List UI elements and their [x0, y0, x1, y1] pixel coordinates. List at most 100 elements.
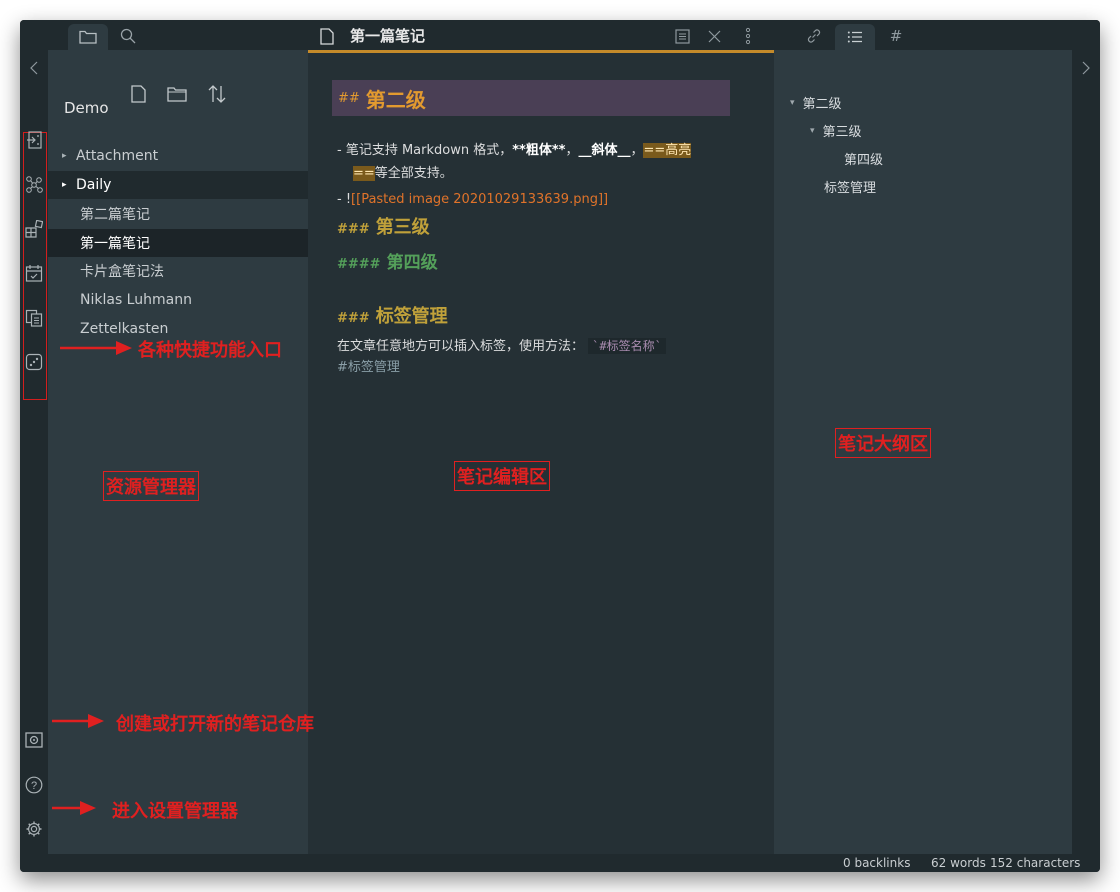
text-run: ， [565, 143, 579, 158]
annotation-arrow [52, 714, 104, 728]
tab-backlinks[interactable] [804, 26, 824, 46]
file-label: Zettelkasten [80, 321, 169, 337]
text-run: - 笔记支持 Markdown 格式， [337, 143, 513, 158]
internal-link[interactable]: [[Pasted image 20201029133639.png]] [351, 192, 608, 207]
graph-view-button[interactable] [24, 174, 44, 194]
outline-item[interactable]: ▾ 第二级 [790, 93, 842, 112]
text-run: ， [630, 143, 644, 158]
collapse-right-sidebar[interactable] [1076, 58, 1096, 78]
heading-4: #### 第四级 [337, 248, 438, 273]
text-run: 在文章任意地方可以插入标签，使用方法： [337, 339, 585, 354]
highlight-text: == [353, 166, 375, 181]
hash-icon: # [889, 27, 903, 45]
chevron-left-icon [30, 61, 38, 75]
book-icon [674, 28, 690, 44]
heading-marker: ### [337, 222, 370, 237]
text-run: - ! [337, 192, 352, 207]
note-composer-button[interactable] [24, 308, 44, 328]
title-bar: 第一篇笔记 # [20, 20, 1100, 53]
heading-marker: #### [337, 257, 381, 272]
annotation-arrow [52, 801, 96, 815]
file-item[interactable]: Niklas Luhmann [48, 286, 308, 314]
note-file-icon-wrap [317, 26, 337, 46]
annotation-editor: 笔记编辑区 [454, 461, 550, 491]
chevron-down-icon: ▾ [810, 125, 815, 136]
vault-name: Demo [64, 99, 109, 117]
text-run: 等全部支持。 [374, 166, 453, 181]
tag-link[interactable]: #标签管理 [337, 356, 400, 380]
tab-outline[interactable] [835, 24, 875, 50]
search-icon [120, 28, 136, 44]
open-vault-button[interactable] [24, 730, 44, 750]
close-tab-button[interactable] [704, 26, 724, 46]
tab-tags[interactable]: # [886, 26, 906, 46]
sort-button[interactable] [206, 83, 228, 105]
templates-icon [25, 220, 43, 238]
folder-label: Attachment [76, 148, 159, 164]
outline-item[interactable]: ▾ 第三级 [810, 121, 862, 140]
chevron-right-icon [1082, 61, 1090, 75]
outline-item[interactable]: 第四级 [844, 149, 883, 168]
list-item-embed: - ![[Pasted image 20201029133639.png]] [337, 188, 608, 212]
chevron-right-icon: ▸ [62, 151, 67, 161]
note-editor[interactable]: ## 第二级 - 笔记支持 Markdown 格式，**粗体**，__斜体__，… [308, 53, 774, 854]
heading-text: 第二级 [365, 87, 426, 112]
note-composer-icon [25, 309, 43, 327]
close-icon [708, 30, 720, 42]
heading-marker: ## [338, 90, 360, 106]
random-note-button[interactable] [24, 352, 44, 372]
backlinks-count[interactable]: 0 backlinks [843, 856, 910, 870]
folder-attachment[interactable]: ▸ Attachment [48, 142, 308, 170]
annotation-arrow [60, 341, 132, 355]
heading-text: 第四级 [386, 253, 438, 273]
new-note-icon [130, 85, 146, 103]
random-note-icon [25, 353, 43, 371]
heading-text: 标签管理 [375, 306, 448, 327]
more-options-button[interactable] [738, 26, 758, 46]
vault-icon [25, 732, 43, 748]
note-title: 第一篇笔记 [350, 27, 426, 45]
settings-button[interactable] [24, 819, 44, 839]
file-label: Niklas Luhmann [80, 292, 192, 308]
svg-text:?: ? [31, 780, 37, 792]
app-window: 第一篇笔记 # ? Demo ▸ Attachment ▸ Daily 第二篇笔… [20, 20, 1100, 872]
character-count: 152 characters [990, 856, 1081, 870]
bold-text: **粗体** [512, 143, 566, 158]
daily-note-button[interactable] [24, 263, 44, 283]
tab-search[interactable] [118, 26, 138, 46]
help-button[interactable]: ? [24, 775, 44, 795]
new-note-button[interactable] [127, 83, 149, 105]
reading-view-button[interactable] [672, 26, 692, 46]
list-item-markdown: - 笔记支持 Markdown 格式，**粗体**，__斜体__，==高亮 [337, 139, 692, 163]
list-item-continuation: ==等全部支持。 [353, 162, 453, 186]
collapse-left-sidebar[interactable] [24, 58, 44, 78]
daily-note-icon [25, 265, 43, 282]
chevron-down-icon: ▾ [790, 97, 795, 108]
heading-text: 第三级 [375, 217, 430, 238]
list-icon [847, 31, 862, 43]
annotation-outline: 笔记大纲区 [835, 428, 931, 458]
new-folder-button[interactable] [166, 83, 188, 105]
file-item[interactable]: 卡片盒笔记法 [48, 257, 308, 285]
inline-code: `#标签名称` [588, 338, 666, 354]
heading-marker: ### [337, 311, 370, 326]
folder-daily[interactable]: ▸ Daily [48, 171, 308, 199]
folder-icon [79, 30, 97, 44]
annotation-vault: 创建或打开新的笔记仓库 [116, 714, 314, 735]
outline-item[interactable]: 标签管理 [824, 177, 876, 196]
italic-text: __斜体__ [578, 143, 631, 158]
tab-file-explorer[interactable] [68, 24, 108, 50]
quick-switcher-button[interactable] [24, 130, 44, 150]
annotation-settings: 进入设置管理器 [112, 801, 238, 822]
help-icon: ? [25, 776, 43, 794]
outline-label: 标签管理 [824, 181, 877, 196]
chevron-right-icon: ▸ [62, 180, 67, 190]
new-folder-icon [167, 87, 187, 102]
file-item[interactable]: 第二篇笔记 [48, 200, 308, 228]
file-icon [320, 27, 334, 45]
outline-label: 第四级 [844, 153, 884, 168]
file-item-active[interactable]: 第一篇笔记 [48, 229, 308, 257]
templates-button[interactable] [24, 219, 44, 239]
annotation-explorer: 资源管理器 [103, 471, 199, 501]
heading-2: ## 第二级 [332, 80, 730, 116]
